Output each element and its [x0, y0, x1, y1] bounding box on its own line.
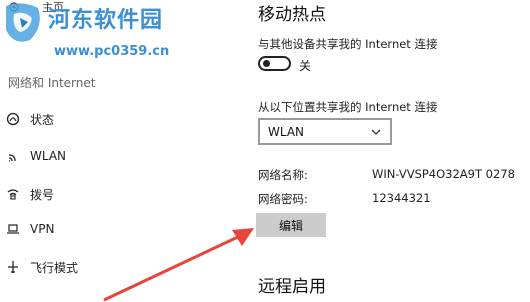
- network-password-label: 网络密码:: [258, 192, 308, 206]
- sidebar-item-airplane[interactable]: 飞行模式: [6, 256, 78, 278]
- page-title: 移动热点: [258, 5, 326, 25]
- edit-button[interactable]: 编辑: [256, 213, 326, 237]
- sidebar-item-label: 状态: [30, 112, 55, 127]
- network-name-value: WIN-VVSP4O32A9T 0278: [372, 167, 515, 181]
- watermark-url: www.pc0359.cn: [54, 44, 170, 59]
- wifi-icon: [6, 149, 20, 163]
- toggle-knob: [263, 60, 270, 67]
- share-connection-label: 与其他设备共享我的 Internet 连接: [258, 37, 438, 51]
- share-from-label: 从以下位置共享我的 Internet 连接: [258, 100, 438, 114]
- watermark-title: 河东软件园: [48, 8, 164, 33]
- dialup-icon: [6, 187, 20, 201]
- network-name-label: 网络名称:: [258, 168, 308, 182]
- airplane-icon: [6, 260, 20, 274]
- chevron-down-icon: [371, 129, 381, 135]
- sidebar-item-status[interactable]: 状态: [6, 108, 54, 130]
- sidebar-item-vpn[interactable]: VPN: [6, 218, 54, 240]
- status-icon: [6, 112, 20, 126]
- sidebar-item-label: 飞行模式: [30, 260, 79, 275]
- sidebar-item-label: VPN: [30, 222, 55, 236]
- dropdown-value: WLAN: [268, 124, 305, 139]
- share-from-dropdown[interactable]: WLAN: [258, 118, 392, 145]
- sidebar-item-label: 拨号: [30, 187, 55, 202]
- toggle-state-label: 关: [299, 59, 312, 73]
- remote-enable-title: 远程启用: [258, 277, 326, 297]
- vpn-icon: [6, 222, 20, 236]
- sidebar-section-title: 网络和 Internet: [8, 76, 96, 90]
- hotspot-toggle[interactable]: [258, 56, 291, 71]
- annotation-arrow: [103, 228, 254, 302]
- watermark-logo: [6, 3, 40, 42]
- sidebar-item-label: WLAN: [30, 149, 67, 163]
- network-password-value: 12344321: [372, 191, 431, 205]
- sidebar-item-dialup[interactable]: 拨号: [6, 183, 54, 205]
- sidebar-item-wlan[interactable]: WLAN: [6, 145, 66, 167]
